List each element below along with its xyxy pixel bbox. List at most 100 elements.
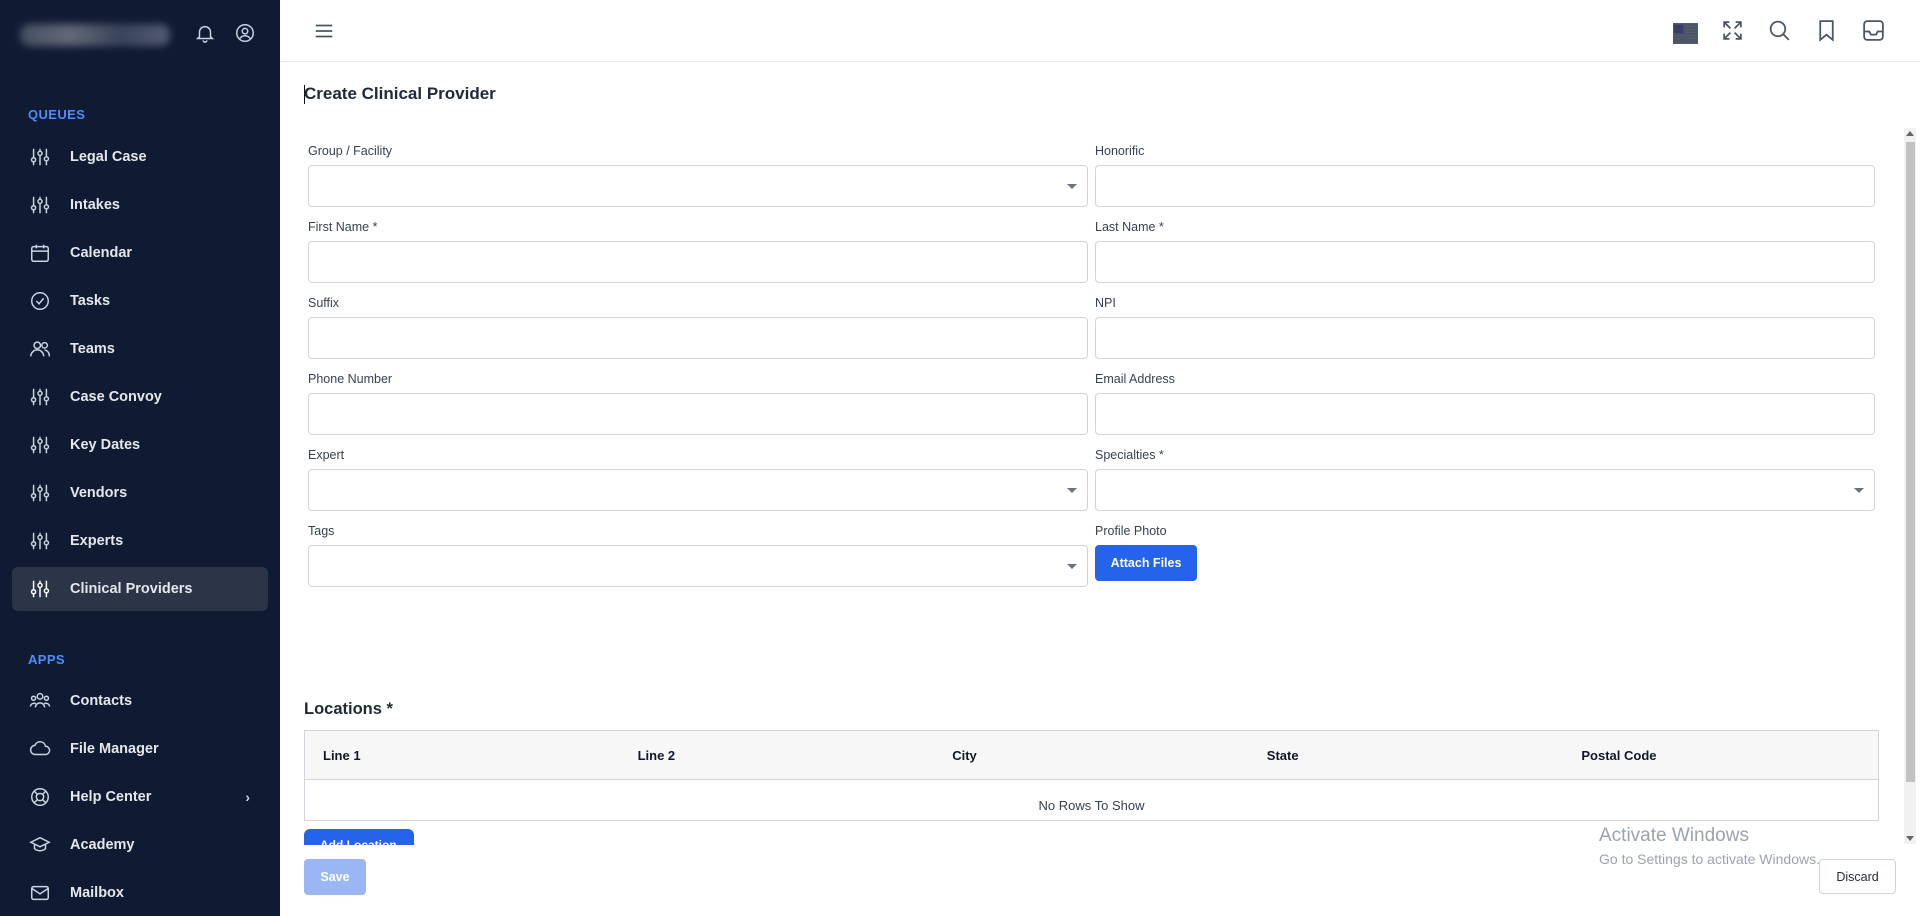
bell-icon[interactable] — [194, 22, 216, 49]
save-button[interactable]: Save — [304, 859, 366, 895]
section-label-apps: APPS — [28, 652, 66, 667]
sidebar-item-label: Contacts — [70, 693, 133, 709]
add-location-button[interactable]: Add Location — [304, 829, 414, 845]
contacts-icon — [29, 690, 51, 712]
dropdown-caret-icon — [1067, 488, 1077, 493]
column-header-postal-code[interactable]: Postal Code — [1563, 748, 1878, 763]
expert-label: Expert — [308, 448, 345, 462]
sliders-icon — [29, 434, 51, 456]
bookmark-icon[interactable] — [1814, 18, 1839, 48]
sliders-icon — [29, 578, 51, 600]
suffix-input[interactable] — [308, 317, 1088, 359]
dropdown-caret-icon — [1067, 184, 1077, 189]
group-facility-select[interactable] — [308, 165, 1088, 207]
sidebar-item-tasks[interactable]: Tasks — [12, 279, 268, 323]
column-header-state[interactable]: State — [1249, 748, 1564, 763]
users-icon — [29, 338, 51, 360]
sidebar-item-key-dates[interactable]: Key Dates — [12, 423, 268, 467]
expert-select[interactable] — [308, 469, 1088, 511]
hamburger-menu-icon[interactable] — [313, 20, 335, 42]
column-header-city[interactable]: City — [934, 748, 1249, 763]
sidebar-item-contacts[interactable]: Contacts — [12, 679, 268, 723]
sidebar-item-label: Key Dates — [70, 437, 141, 453]
sidebar-item-label: Case Convoy — [70, 389, 162, 405]
page-title: Create Clinical Provider — [304, 84, 496, 103]
sidebar-header — [0, 0, 280, 70]
sidebar-item-label: Vendors — [70, 485, 128, 501]
sidebar-item-vendors[interactable]: Vendors — [12, 471, 268, 515]
section-label-queues: QUEUES — [28, 107, 86, 122]
npi-label: NPI — [1095, 296, 1116, 310]
sliders-icon — [29, 194, 51, 216]
sidebar-item-legal-case[interactable]: Legal Case — [12, 135, 268, 179]
sliders-icon — [29, 482, 51, 504]
sliders-icon — [29, 146, 51, 168]
scroll-up-arrow-icon[interactable] — [1906, 131, 1914, 136]
mail-icon — [29, 882, 51, 904]
phone-number-label: Phone Number — [308, 372, 393, 386]
sidebar-item-intakes[interactable]: Intakes — [12, 183, 268, 227]
scroll-down-arrow-icon[interactable] — [1906, 836, 1914, 841]
honorific-input[interactable] — [1095, 165, 1875, 207]
sidebar-item-label: Legal Case — [70, 149, 147, 165]
us-flag-icon[interactable] — [1673, 21, 1698, 46]
empty-table-message: No Rows To Show — [1038, 798, 1145, 813]
sidebar-item-label: Teams — [70, 341, 115, 357]
suffix-label: Suffix — [308, 296, 340, 310]
sidebar-item-clinical-providers[interactable]: Clinical Providers — [12, 567, 268, 611]
last-name-label: Last Name * — [1095, 220, 1164, 234]
sidebar-item-label: Intakes — [70, 197, 120, 213]
form-scrollbar[interactable] — [1904, 128, 1916, 844]
user-circle-icon[interactable] — [234, 22, 256, 49]
locations-title: Locations * — [304, 700, 393, 718]
email-address-label: Email Address — [1095, 372, 1175, 386]
first-name-input[interactable] — [308, 241, 1088, 283]
sliders-icon — [29, 386, 51, 408]
sidebar-item-help-center[interactable]: Help Center › — [12, 775, 268, 819]
first-name-label: First Name * — [308, 220, 378, 234]
sidebar-item-academy[interactable]: Academy — [12, 823, 268, 867]
sidebar-item-label: Help Center — [70, 789, 152, 805]
sidebar-item-mailbox[interactable]: Mailbox — [12, 871, 268, 915]
honorific-label: Honorific — [1095, 144, 1145, 158]
last-name-input[interactable] — [1095, 241, 1875, 283]
watermark-title: Activate Windows — [1599, 825, 1749, 846]
lifebuoy-icon — [29, 786, 51, 808]
dropdown-caret-icon — [1854, 488, 1864, 493]
fullscreen-icon[interactable] — [1720, 18, 1745, 48]
sidebar-item-experts[interactable]: Experts — [12, 519, 268, 563]
email-address-input[interactable] — [1095, 393, 1875, 435]
table-header: Line 1 Line 2 City State Postal Code — [305, 731, 1878, 780]
sidebar-item-label: Calendar — [70, 245, 133, 261]
sidebar-item-file-manager[interactable]: File Manager — [12, 727, 268, 771]
sidebar-item-calendar[interactable]: Calendar — [12, 231, 268, 275]
sidebar-item-label: Tasks — [70, 293, 111, 309]
sidebar-item-label: File Manager — [70, 741, 159, 757]
phone-number-input[interactable] — [308, 393, 1088, 435]
npi-input[interactable] — [1095, 317, 1875, 359]
specialties-select[interactable] — [1095, 469, 1875, 511]
calendar-icon — [29, 242, 51, 264]
specialties-label: Specialties * — [1095, 448, 1164, 462]
sidebar-item-case-convoy[interactable]: Case Convoy — [12, 375, 268, 419]
dropdown-caret-icon — [1067, 564, 1077, 569]
sidebar-item-label: Clinical Providers — [70, 581, 193, 597]
tags-select[interactable] — [308, 545, 1088, 587]
chevron-right-icon: › — [245, 789, 250, 805]
inbox-icon[interactable] — [1861, 18, 1886, 48]
app-logo[interactable] — [20, 24, 170, 46]
sidebar-item-teams[interactable]: Teams — [12, 327, 268, 371]
column-header-line-1[interactable]: Line 1 — [305, 748, 620, 763]
watermark-subtitle: Go to Settings to activate Windows. — [1599, 851, 1820, 867]
cloud-icon — [29, 738, 51, 760]
scrollbar-thumb[interactable] — [1906, 142, 1915, 782]
locations-table: Line 1 Line 2 City State Postal Code No … — [304, 730, 1879, 821]
sidebar: QUEUES Legal Case Intakes Calendar Tasks… — [0, 0, 280, 916]
graduation-cap-icon — [29, 834, 51, 856]
profile-photo-label: Profile Photo — [1095, 524, 1167, 538]
group-facility-label: Group / Facility — [308, 144, 393, 158]
search-icon[interactable] — [1767, 18, 1792, 48]
column-header-line-2[interactable]: Line 2 — [620, 748, 935, 763]
discard-button[interactable]: Discard — [1819, 859, 1896, 894]
attach-files-button[interactable]: Attach Files — [1095, 545, 1197, 581]
